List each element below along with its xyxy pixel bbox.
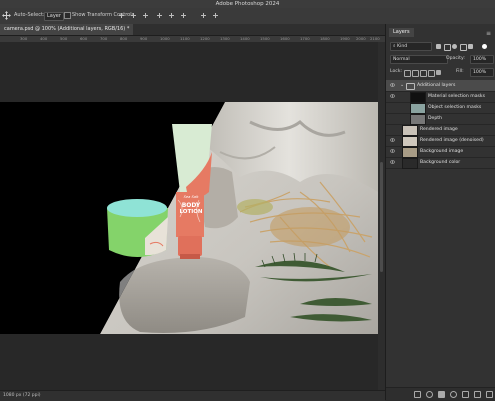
fill-label: Fill:	[456, 69, 464, 74]
new-group-icon[interactable]	[462, 391, 469, 398]
ruler-tick: 1300	[220, 36, 230, 41]
kind-filter-label: Kind	[397, 44, 408, 49]
new-layer-icon[interactable]	[474, 391, 481, 398]
tube-line1-text: BODY	[181, 202, 201, 209]
ruler-tick: 1400	[240, 36, 250, 41]
show-transform-checkbox[interactable]	[64, 12, 71, 19]
opacity-label: Opacity:	[446, 56, 465, 61]
ruler-tick: 1600	[280, 36, 290, 41]
layer-name: Additional layers	[417, 83, 456, 88]
ruler-tick: 800	[120, 36, 128, 41]
align-bottom-icon[interactable]	[142, 12, 149, 19]
add-mask-icon[interactable]	[438, 391, 445, 398]
lock-position-icon[interactable]	[420, 70, 427, 77]
canvas-area[interactable]: Sea Salt BODY LOTION	[0, 42, 385, 390]
scroll-thumb[interactable]	[380, 162, 383, 272]
ruler-tick: 700	[100, 36, 108, 41]
ruler-tick: 2100	[370, 36, 380, 41]
ruler-tick: 300	[20, 36, 28, 41]
layer-name: Background color	[420, 160, 461, 165]
layers-tab[interactable]: Layers	[389, 28, 414, 37]
panel-menu-icon[interactable]: ≡	[486, 30, 491, 37]
eye-icon[interactable]	[390, 160, 395, 164]
distribute-top-icon[interactable]	[156, 12, 163, 19]
tube-brand-text: Sea Salt	[183, 195, 199, 199]
chevron-down-icon[interactable]: ⌄	[400, 82, 404, 88]
folder-icon	[406, 83, 415, 90]
move-tool-icon[interactable]	[2, 11, 11, 20]
filter-shape-icon[interactable]	[460, 44, 467, 51]
ruler-tick: 1500	[260, 36, 270, 41]
eye-icon[interactable]	[390, 94, 395, 98]
layer-name: Rendered image (denoised)	[420, 138, 484, 143]
layer-name: Background image	[420, 149, 464, 154]
ruler-tick: 900	[140, 36, 148, 41]
auto-select-label: Auto-Select:	[14, 12, 45, 18]
layer-name: Rendered image	[420, 127, 458, 132]
align-middle-icon[interactable]	[130, 12, 137, 19]
filter-adjustment-icon[interactable]	[444, 44, 451, 51]
window-title: Adobe Photoshop 2024	[0, 0, 495, 8]
ruler-tick: 1900	[340, 36, 350, 41]
align-left-icon[interactable]	[200, 12, 207, 19]
more-options-icon[interactable]	[212, 12, 219, 19]
layers-list: ⌄ Additional layers Material selection m…	[386, 80, 495, 380]
layer-name: Depth	[428, 116, 442, 121]
jar-object	[107, 199, 168, 257]
layer-row-background-color[interactable]: Background color	[386, 157, 495, 169]
vertical-scrollbar[interactable]	[378, 42, 385, 390]
eye-icon[interactable]	[390, 83, 395, 87]
document-tab-bar: camera.psd @ 100% (Additional layers, RG…	[0, 24, 385, 36]
trash-icon[interactable]	[486, 391, 493, 398]
ruler-tick: 2000	[356, 36, 366, 41]
blend-mode-dropdown[interactable]: Normal	[390, 55, 448, 64]
status-bar: 1080 px (72 ppi)	[0, 390, 385, 401]
document-info: 1080 px (72 ppi)	[3, 393, 41, 398]
layer-thumbnail	[402, 158, 418, 169]
layers-panel-footer	[386, 387, 495, 400]
layer-name: Material selection masks	[428, 94, 485, 99]
distribute-bottom-icon[interactable]	[180, 12, 187, 19]
options-bar: Auto-Select: Layer Show Transform Contro…	[0, 8, 495, 25]
lock-artboard-icon[interactable]	[428, 70, 435, 77]
document-image[interactable]	[0, 42, 385, 390]
filter-type-icon[interactable]	[452, 44, 457, 49]
document-tab[interactable]: camera.psd @ 100% (Additional layers, RG…	[0, 24, 134, 35]
filter-smartobject-icon[interactable]	[468, 44, 473, 49]
align-top-icon[interactable]	[118, 12, 125, 19]
layers-panel: Layers ≡ ⌕ Kind Normal Opacity: 100% Loc…	[385, 24, 495, 400]
lock-label: Lock:	[390, 69, 403, 74]
ruler-tick: 1800	[320, 36, 330, 41]
filter-pixel-icon[interactable]	[436, 44, 441, 49]
kind-filter-dropdown[interactable]: ⌕ Kind	[390, 42, 432, 51]
filter-toggle-icon[interactable]	[482, 44, 487, 49]
layer-name: Object selection masks	[428, 105, 482, 110]
eye-icon[interactable]	[390, 138, 395, 142]
lock-all-icon[interactable]	[436, 70, 441, 75]
distribute-middle-icon[interactable]	[168, 12, 175, 19]
lock-pixels-icon[interactable]	[404, 70, 411, 77]
ruler-tick: 400	[40, 36, 48, 41]
layer-style-fx-icon[interactable]	[426, 391, 433, 398]
adjustment-layer-icon[interactable]	[450, 391, 457, 398]
ruler-tick: 500	[60, 36, 68, 41]
tube-line2-text: LOTION	[179, 209, 203, 215]
opacity-field[interactable]: 100%	[470, 55, 494, 64]
auto-select-dropdown[interactable]: Layer	[44, 12, 64, 21]
ruler-tick: 600	[80, 36, 88, 41]
ruler-tick: 1700	[300, 36, 310, 41]
ruler-tick: 1000	[160, 36, 170, 41]
ruler-tick: 1100	[180, 36, 190, 41]
link-layers-icon[interactable]	[414, 391, 421, 398]
lock-image-icon[interactable]	[412, 70, 419, 77]
fill-field[interactable]: 100%	[470, 68, 494, 77]
eye-icon[interactable]	[390, 149, 395, 153]
ruler-tick: 1200	[200, 36, 210, 41]
